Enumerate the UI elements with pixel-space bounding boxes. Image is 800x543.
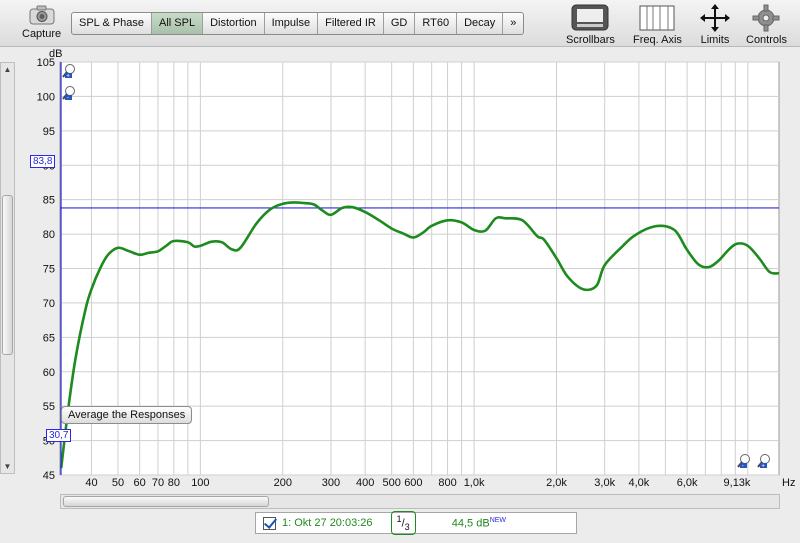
y-tick-label: 75 xyxy=(43,264,55,276)
horizontal-scrollbar[interactable] xyxy=(60,494,780,509)
y-tick-label: 80 xyxy=(43,229,55,241)
y-tick-label: 70 xyxy=(43,298,55,310)
y-tick-label: 55 xyxy=(43,401,55,413)
x-tick-label: 40 xyxy=(85,477,97,489)
tab-distortion[interactable]: Distortion xyxy=(203,13,265,34)
zoom-in-x-icon[interactable]: + xyxy=(757,453,771,469)
y-tick-label: 65 xyxy=(43,332,55,344)
svg-text:+: + xyxy=(66,74,70,79)
x-tick-label: 9,13k xyxy=(724,477,751,489)
y-tick-label: 60 xyxy=(43,367,55,379)
x-tick-label: 300 xyxy=(322,477,340,489)
zoom-out-y-icon[interactable]: - xyxy=(62,85,76,101)
scrollbars-label: Scrollbars xyxy=(566,34,615,46)
x-tick-label: 100 xyxy=(191,477,209,489)
svg-text:-: - xyxy=(67,95,69,101)
x-tick-label: 6,0k xyxy=(677,477,698,489)
limits-button[interactable]: Limits xyxy=(698,3,732,46)
y-unit-label: dB xyxy=(49,48,62,60)
measurement-name[interactable]: 1: Okt 27 20:03:26 xyxy=(282,517,373,529)
x-tick-label: 50 xyxy=(112,477,124,489)
average-responses-button[interactable]: Average the Responses xyxy=(61,406,193,424)
tab-decay[interactable]: Decay xyxy=(457,13,504,34)
tab-gd[interactable]: GD xyxy=(384,13,416,34)
smoothing-selector[interactable]: 1/3 xyxy=(390,510,416,536)
freq-axis-icon xyxy=(639,5,675,31)
tab-filtered-ir[interactable]: Filtered IR xyxy=(318,13,384,34)
x-tick-label: 3,0k xyxy=(594,477,615,489)
capture-label: Capture xyxy=(22,28,62,40)
smoothing-numerator: 1 xyxy=(396,513,402,524)
x-tick-label: 1,0k xyxy=(464,477,485,489)
tab-rt60[interactable]: RT60 xyxy=(415,13,458,34)
capture-button[interactable]: Capture xyxy=(22,3,61,40)
zoom-in-y-icon[interactable]: + xyxy=(62,63,76,79)
x-tick-label: 800 xyxy=(438,477,456,489)
freq-axis-label: Freq. Axis xyxy=(633,34,682,46)
svg-text:+: + xyxy=(761,464,765,469)
x-tick-label: 60 xyxy=(134,477,146,489)
new-badge: NEW xyxy=(489,516,507,524)
limits-icon xyxy=(700,4,730,32)
scrollbars-button[interactable]: Scrollbars xyxy=(566,3,615,46)
x-tick-label: 500 xyxy=(383,477,401,489)
measurement-checkbox[interactable] xyxy=(263,516,276,530)
x-tick-label: 4,0k xyxy=(628,477,649,489)
view-tabs: SPL & Phase All SPL Distortion Impulse F… xyxy=(71,12,525,35)
x-tick-label: 200 xyxy=(274,477,292,489)
svg-text:-: - xyxy=(742,463,744,469)
zoom-out-x-icon[interactable]: - xyxy=(737,453,751,469)
cursor-y-readout[interactable]: 83,8 xyxy=(30,155,56,168)
tab-all-spl[interactable]: All SPL xyxy=(152,13,204,34)
y-tick-label: 95 xyxy=(43,126,55,138)
y-tick-label: 85 xyxy=(43,195,55,207)
controls-label: Controls xyxy=(746,34,787,46)
horizontal-scroll-thumb[interactable] xyxy=(63,496,269,507)
tab-more[interactable]: » xyxy=(503,13,523,34)
smoothing-denominator: 3 xyxy=(404,521,410,532)
x-tick-label: 400 xyxy=(356,477,374,489)
x-tick-label: 70 xyxy=(152,477,164,489)
tab-impulse[interactable]: Impulse xyxy=(265,13,319,34)
y-tick-label: 45 xyxy=(43,470,55,482)
x-tick-label: 80 xyxy=(168,477,180,489)
controls-button[interactable]: Controls xyxy=(746,3,787,46)
scrollbars-icon xyxy=(571,4,609,31)
freq-axis-button[interactable]: Freq. Axis xyxy=(633,3,682,46)
toolbar: Capture SPL & Phase All SPL Distortion I… xyxy=(0,0,800,47)
tab-spl-phase[interactable]: SPL & Phase xyxy=(72,13,153,34)
level-value: 44,5 dB xyxy=(451,517,490,530)
camera-icon xyxy=(29,5,55,25)
x-tick-label: 600 xyxy=(404,477,422,489)
cursor-x-readout[interactable]: 30,7 xyxy=(46,429,72,442)
y-tick-label: 100 xyxy=(37,91,55,103)
x-unit-label: Hz xyxy=(782,477,795,489)
limits-label: Limits xyxy=(700,34,730,46)
spl-chart[interactable]: 4550556065707580859095100105 40506070801… xyxy=(0,47,800,499)
gear-icon xyxy=(752,4,780,32)
x-tick-label: 2,0k xyxy=(546,477,567,489)
measurement-level: 44,5 dBNEW xyxy=(452,517,506,530)
measurement-legend: 1: Okt 27 20:03:26 1/3 44,5 dBNEW xyxy=(255,510,577,536)
